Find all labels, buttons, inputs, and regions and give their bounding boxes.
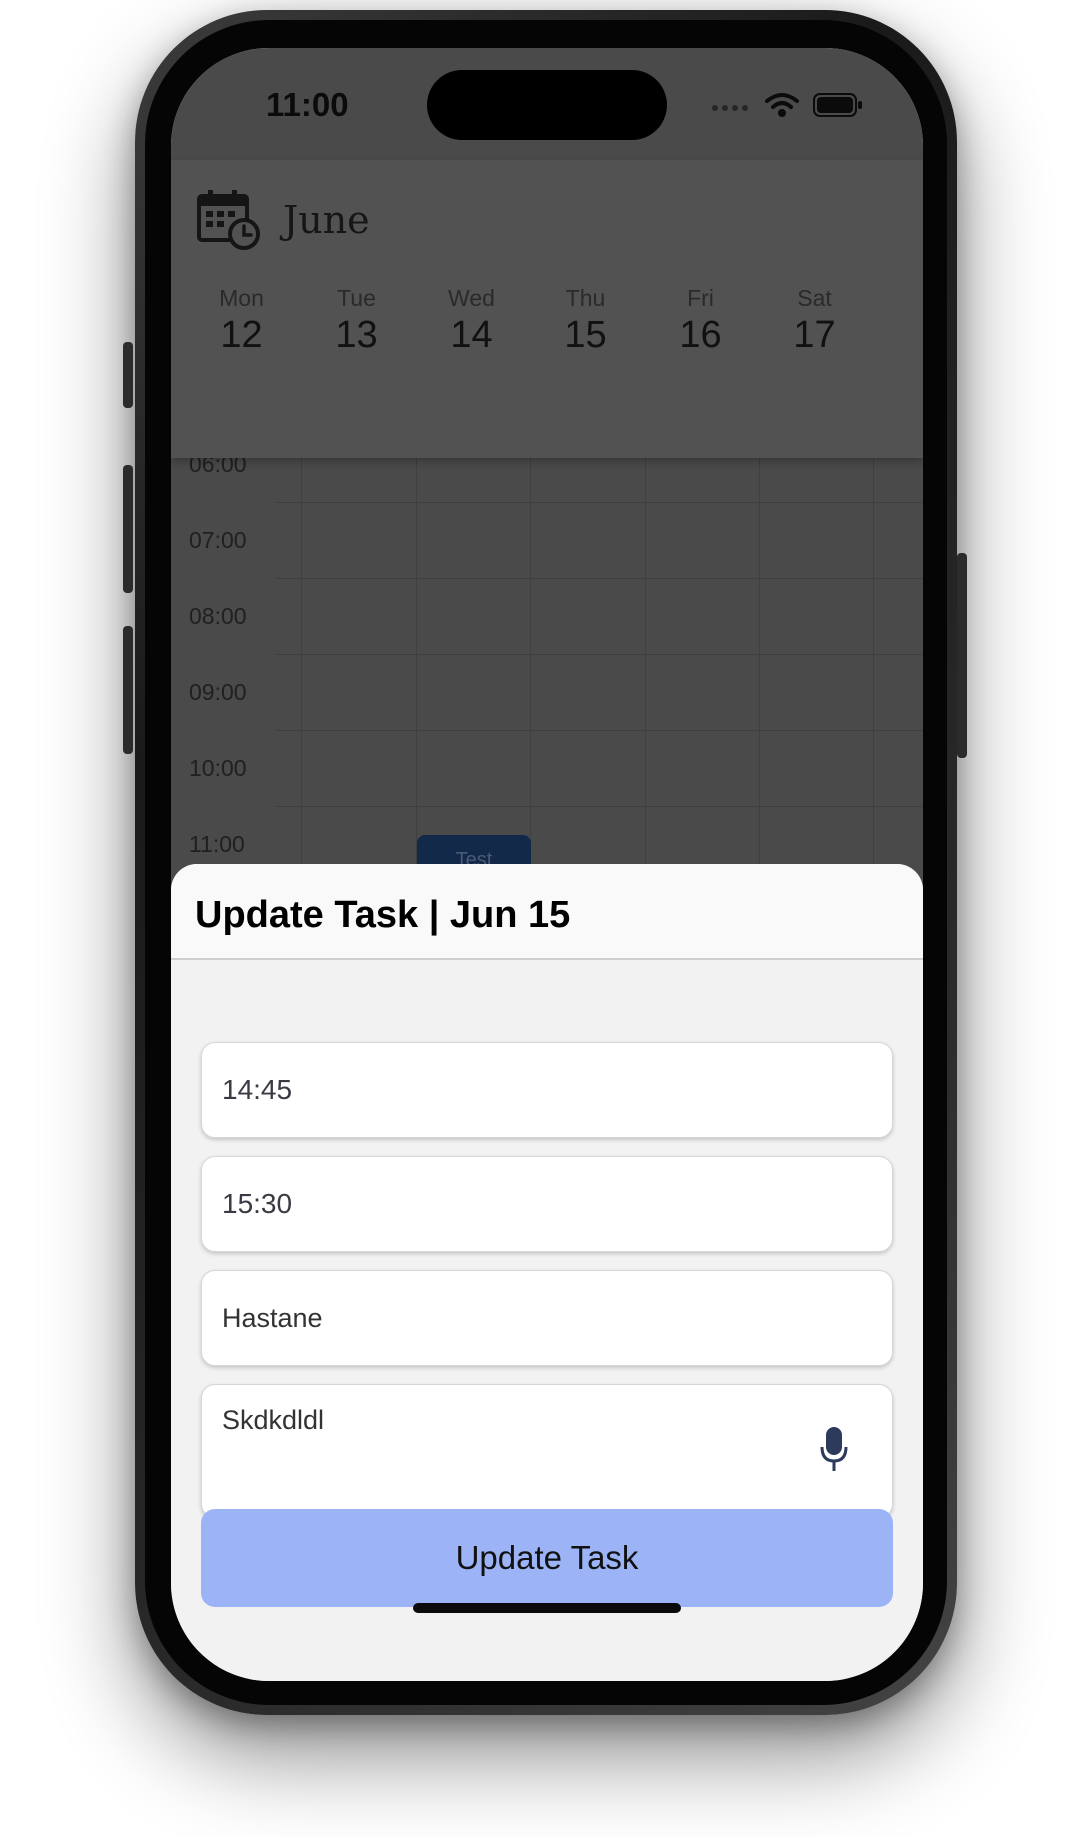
update-task-sheet: Update Task | Jun 15 14:45 15:30 Hastane…: [171, 864, 923, 1681]
hour-label: 11:00: [189, 831, 245, 857]
month-title: June: [283, 198, 370, 242]
start-time-value: 14:45: [222, 1074, 293, 1105]
dynamic-island: [427, 70, 667, 140]
status-time: 11:00: [266, 86, 349, 123]
hour-label: 09:00: [189, 679, 247, 705]
battery-icon: [813, 92, 863, 123]
calendar-header: June Mon 12 Tue 13 Wed 14 Thu 15 Fri 16: [171, 160, 923, 458]
end-time-field[interactable]: 15:30: [201, 1156, 893, 1252]
sheet-header: Update Task | Jun 15: [171, 864, 923, 960]
power-button: [957, 553, 967, 758]
hour-label: 10:00: [189, 755, 247, 781]
grid-hour-line: [276, 654, 923, 655]
day-number: 13: [335, 314, 378, 356]
grid-hour-line: [276, 502, 923, 503]
week-day-strip: Mon 12 Tue 13 Wed 14 Thu 15 Fri 16 Sat 1…: [171, 285, 923, 385]
hour-label: 08:00: [189, 603, 247, 629]
day-column-header[interactable]: Wed 14: [414, 285, 529, 357]
day-column-header[interactable]: Sat 17: [757, 285, 872, 357]
day-number: 17: [793, 314, 836, 356]
day-name: Thu: [565, 285, 606, 311]
volume-down-button: [123, 626, 133, 754]
day-name: Tue: [337, 285, 376, 311]
task-title-value: Hastane: [222, 1302, 323, 1333]
day-number: 15: [564, 314, 607, 356]
status-bar: 11:00: [171, 48, 923, 160]
day-number: 12: [220, 314, 263, 356]
day-name: Sat: [797, 285, 832, 311]
task-description-input[interactable]: Skdkdldl: [201, 1384, 893, 1518]
update-task-button[interactable]: Update Task: [201, 1509, 893, 1607]
day-name: Mon: [219, 285, 264, 311]
start-time-field[interactable]: 14:45: [201, 1042, 893, 1138]
home-indicator[interactable]: [413, 1603, 681, 1613]
end-time-value: 15:30: [222, 1188, 293, 1219]
hour-label: 07:00: [189, 527, 247, 553]
signal-dots-icon: [711, 99, 751, 117]
action-button: [123, 342, 133, 408]
day-column-header[interactable]: Mon 12: [184, 285, 299, 357]
day-column-header[interactable]: Thu 15: [528, 285, 643, 357]
wifi-icon: [765, 92, 799, 123]
update-task-button-label: Update Task: [455, 1539, 639, 1576]
grid-hour-line: [276, 578, 923, 579]
day-name: Fri: [687, 285, 714, 311]
calendar-clock-icon[interactable]: [196, 188, 262, 255]
task-title-input[interactable]: Hastane: [201, 1270, 893, 1366]
day-column-header[interactable]: Fri 16: [643, 285, 758, 357]
grid-hour-line: [276, 806, 923, 807]
phone-screen: 11:00 June Mon 12 Tue 13 Wed 14 Thu 15 F…: [171, 48, 923, 1681]
day-number: 14: [450, 314, 493, 356]
volume-up-button: [123, 465, 133, 593]
task-description-value: Skdkdldl: [222, 1405, 325, 1435]
status-icons: [711, 92, 863, 123]
day-name: Wed: [448, 285, 495, 311]
microphone-icon[interactable]: [820, 1427, 848, 1480]
sheet-title: Update Task | Jun 15: [195, 894, 571, 936]
day-number: 16: [679, 314, 722, 356]
day-column-header[interactable]: Tue 13: [299, 285, 414, 357]
grid-hour-line: [276, 730, 923, 731]
